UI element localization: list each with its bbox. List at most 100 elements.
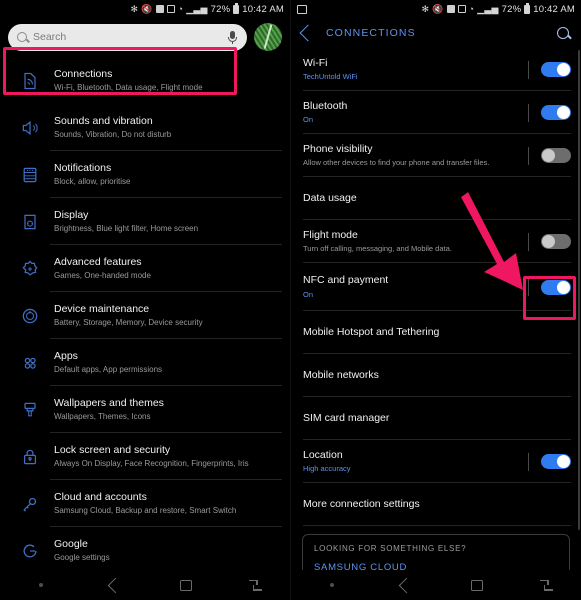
search-input[interactable]: Search bbox=[8, 23, 247, 51]
flight-mode-toggle[interactable] bbox=[541, 234, 571, 249]
sidebar-item-subtitle: Samsung Cloud, Backup and restore, Smart… bbox=[54, 505, 237, 515]
row-title: Flight mode bbox=[303, 228, 358, 241]
battery-icon bbox=[233, 3, 240, 14]
connections-icon bbox=[10, 71, 50, 91]
bluetooth-toggle[interactable] bbox=[541, 105, 571, 120]
row-title: Wi-Fi bbox=[303, 56, 328, 69]
back-nav-icon[interactable] bbox=[372, 577, 442, 593]
row-title: Phone visibility bbox=[303, 142, 373, 155]
back-nav-icon[interactable] bbox=[81, 577, 151, 593]
battery-percent-left: 72% bbox=[210, 3, 231, 15]
divider bbox=[528, 146, 529, 165]
divider bbox=[528, 452, 529, 471]
sidebar-item-lock-screen-and-security[interactable]: Lock screen and security Always On Displ… bbox=[0, 433, 290, 480]
divider bbox=[528, 232, 529, 251]
sidebar-item-title: Google bbox=[54, 537, 88, 550]
key-icon bbox=[10, 494, 50, 514]
connection-row-mobile-networks[interactable]: Mobile networks bbox=[291, 354, 581, 397]
device-maintenance-icon bbox=[10, 306, 50, 326]
connection-row-location[interactable]: Location High accuracy bbox=[291, 440, 581, 483]
connection-row-bluetooth[interactable]: Bluetooth On bbox=[291, 91, 581, 134]
connection-row-more-connection-settings[interactable]: More connection settings bbox=[291, 483, 581, 526]
search-icon bbox=[17, 32, 27, 42]
connection-row-sim-card-manager[interactable]: SIM card manager bbox=[291, 397, 581, 440]
sidebar-item-title: Advanced features bbox=[54, 255, 142, 268]
row-subtitle: Turn off calling, messaging, and Mobile … bbox=[303, 244, 452, 253]
avatar[interactable] bbox=[254, 23, 282, 51]
sidebar-item-google[interactable]: Google Google settings bbox=[0, 527, 290, 574]
clock-right: 10:42 AM bbox=[533, 3, 575, 15]
sidebar-item-subtitle: Always On Display, Face Recognition, Fin… bbox=[54, 458, 249, 468]
home-nav-icon[interactable] bbox=[442, 579, 512, 591]
sidebar-item-subtitle: Wallpapers, Themes, Icons bbox=[54, 411, 151, 421]
connection-row-flight-mode[interactable]: Flight mode Turn off calling, messaging,… bbox=[291, 220, 581, 263]
sidebar-item-title: Notifications bbox=[54, 161, 112, 174]
back-icon[interactable] bbox=[299, 24, 317, 42]
sound-icon bbox=[10, 118, 50, 138]
clock-left: 10:42 AM bbox=[242, 3, 284, 15]
divider bbox=[528, 278, 529, 296]
wallpapers-icon bbox=[10, 400, 50, 420]
row-subtitle: On bbox=[303, 289, 314, 299]
row-subtitle: Allow other devices to find your phone a… bbox=[303, 158, 490, 167]
search-placeholder: Search bbox=[33, 31, 67, 43]
notifications-icon bbox=[10, 165, 50, 185]
sidebar-item-wallpapers-and-themes[interactable]: Wallpapers and themes Wallpapers, Themes… bbox=[0, 386, 290, 433]
row-title: More connection settings bbox=[303, 497, 420, 510]
lock-icon bbox=[10, 447, 50, 467]
recents-nav-icon[interactable] bbox=[511, 579, 581, 591]
connection-row-data-usage[interactable]: Data usage bbox=[291, 177, 581, 220]
alarm-icon bbox=[446, 5, 455, 13]
wifi-toggle[interactable] bbox=[541, 62, 571, 77]
sidebar-item-subtitle: Google settings bbox=[54, 552, 110, 562]
divider bbox=[528, 103, 529, 122]
sidebar-item-apps[interactable]: Apps Default apps, App permissions bbox=[0, 339, 290, 386]
nav-bar-right bbox=[291, 570, 581, 600]
sidebar-item-subtitle: Wi-Fi, Bluetooth, Data usage, Flight mod… bbox=[54, 82, 203, 92]
location-toggle[interactable] bbox=[541, 454, 571, 469]
row-subtitle: TechUntold WiFi bbox=[303, 72, 358, 81]
nfc-toggle[interactable] bbox=[541, 279, 571, 295]
page-title: CONNECTIONS bbox=[326, 27, 416, 39]
row-title: SIM card manager bbox=[303, 411, 390, 424]
screenshot-icon bbox=[457, 5, 466, 13]
sidebar-item-display[interactable]: Display Brightness, Blue light filter, H… bbox=[0, 198, 290, 245]
row-subtitle: On bbox=[303, 115, 314, 124]
sidebar-item-title: Display bbox=[54, 208, 89, 221]
sidebar-item-notifications[interactable]: Notifications Block, allow, prioritise bbox=[0, 151, 290, 198]
connection-row-phone-visibility[interactable]: Phone visibility Allow other devices to … bbox=[291, 134, 581, 177]
bluetooth-icon: ✻ bbox=[421, 3, 430, 14]
home-nav-icon[interactable] bbox=[151, 579, 221, 591]
connection-row-nfc-and-payment[interactable]: NFC and payment On bbox=[291, 263, 581, 311]
connection-row-mobile-hotspot-and-tethering[interactable]: Mobile Hotspot and Tethering bbox=[291, 311, 581, 354]
wifi-icon: ◔ bbox=[468, 3, 475, 14]
sidebar-item-sounds-and-vibration[interactable]: Sounds and vibration Sounds, Vibration, … bbox=[0, 104, 290, 151]
sidebar-item-device-maintenance[interactable]: Device maintenance Battery, Storage, Mem… bbox=[0, 292, 290, 339]
phone-visibility-toggle[interactable] bbox=[541, 148, 571, 163]
dot-indicator bbox=[0, 583, 81, 587]
bluetooth-icon: ✻ bbox=[130, 3, 139, 14]
scrollbar[interactable] bbox=[578, 50, 580, 530]
signal-icon: ▁▃▅ bbox=[186, 3, 208, 14]
display-icon bbox=[10, 212, 50, 232]
wifi-icon: ◔ bbox=[177, 3, 184, 14]
sidebar-item-cloud-and-accounts[interactable]: Cloud and accounts Samsung Cloud, Backup… bbox=[0, 480, 290, 527]
row-subtitle: High accuracy bbox=[303, 464, 351, 473]
sidebar-item-advanced-features[interactable]: Advanced features Games, One-handed mode bbox=[0, 245, 290, 292]
sidebar-item-subtitle: Default apps, App permissions bbox=[54, 364, 163, 374]
connection-row-wifi[interactable]: Wi-Fi TechUntold WiFi bbox=[291, 48, 581, 91]
apps-icon bbox=[10, 353, 50, 373]
row-title: Mobile Hotspot and Tethering bbox=[303, 325, 440, 338]
recents-nav-icon[interactable] bbox=[220, 579, 290, 591]
sidebar-item-title: Apps bbox=[54, 349, 78, 362]
connections-header: CONNECTIONS bbox=[291, 18, 581, 48]
sidebar-item-connections[interactable]: Connections Wi-Fi, Bluetooth, Data usage… bbox=[0, 57, 290, 104]
sidebar-item-subtitle: Battery, Storage, Memory, Device securit… bbox=[54, 317, 203, 327]
search-icon[interactable] bbox=[557, 27, 569, 39]
dot-indicator bbox=[291, 583, 372, 587]
advanced-features-icon bbox=[10, 259, 50, 279]
search-row: Search bbox=[0, 18, 290, 57]
microphone-icon[interactable] bbox=[227, 30, 238, 44]
sidebar-item-title: Connections bbox=[54, 67, 113, 80]
sidebar-item-title: Wallpapers and themes bbox=[54, 396, 164, 409]
